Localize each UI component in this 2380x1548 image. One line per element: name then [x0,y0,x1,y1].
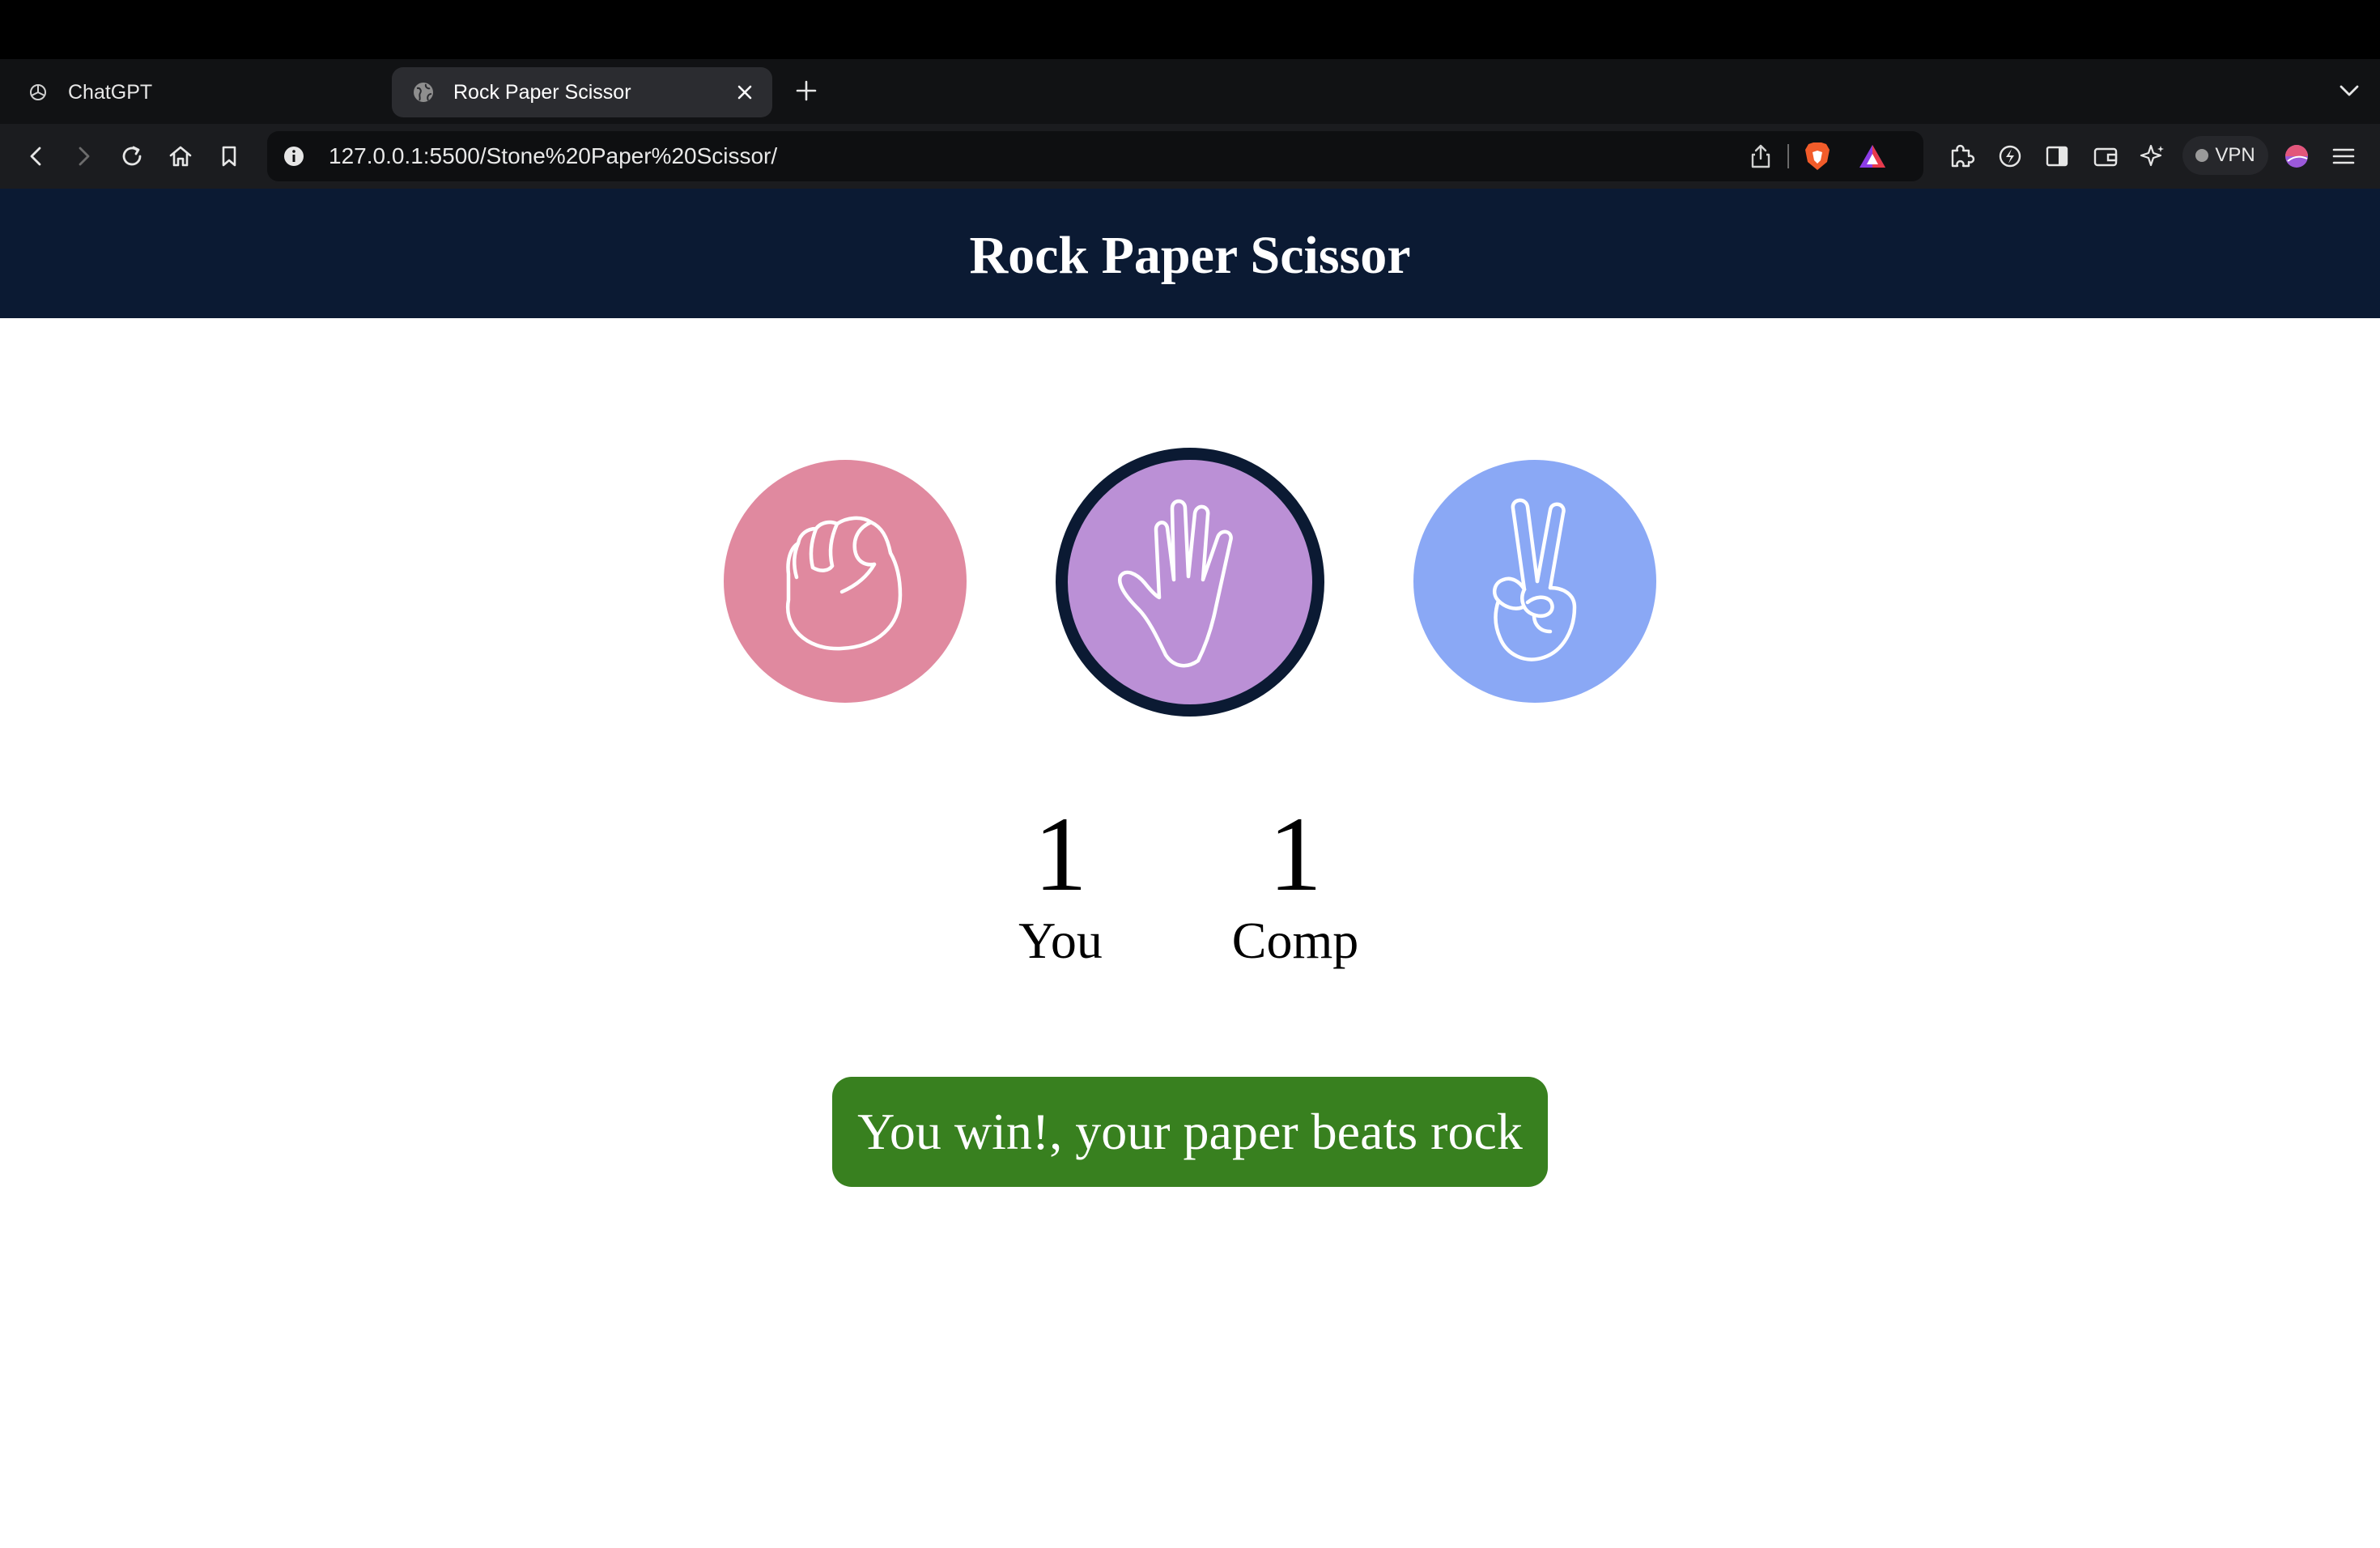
back-button[interactable] [18,138,55,175]
close-tab-icon[interactable] [730,78,759,107]
arrow-left-icon [30,147,41,166]
wallet-icon [2093,147,2118,167]
share-icon[interactable] [1745,141,1776,172]
vpn-status-icon [2195,149,2209,162]
avatar [2285,145,2308,168]
tab-rock-paper-scissor[interactable]: Rock Paper Scissor [392,67,772,117]
home-button[interactable] [162,138,199,175]
sparkle-icon [2140,144,2164,167]
new-tab-button[interactable] [790,74,822,107]
comp-score: 1 Comp [1198,789,1392,969]
address-bar[interactable]: 127.0.0.1:5500/Stone%20Paper%20Scissor/ [267,131,1923,181]
puzzle-icon [1951,144,1975,168]
bookmark-button[interactable] [210,138,248,175]
result-message: You win!, your paper beats rock [832,1077,1548,1187]
reload-button[interactable] [113,138,151,175]
leo-button[interactable] [2134,138,2171,175]
wallet-button[interactable] [2087,138,2124,175]
tab-strip: ChatGPT Rock Paper Scissor [0,59,2380,124]
fist-icon [785,516,903,651]
brave-rewards-icon[interactable] [1855,139,1889,173]
hamburger-menu-icon [2332,148,2355,164]
profile-button[interactable] [2278,138,2315,175]
vpn-button[interactable]: VPN [2182,136,2268,175]
comp-score-label: Comp [1231,912,1359,969]
bookmark-icon [222,146,236,167]
chevron-down-icon [2340,85,2359,96]
plus-icon [796,80,817,101]
openai-icon [26,80,50,104]
forward-button[interactable] [65,138,102,175]
divider [1787,144,1789,168]
user-score: 1 You [963,789,1158,969]
globe-icon [411,80,436,104]
window-top-bar [0,0,2380,59]
user-score-value: 1 [1034,794,1087,913]
arrow-right-icon [79,147,90,166]
speedreader-button[interactable] [1991,138,2029,175]
info-icon[interactable] [280,142,308,170]
result-message-text: You win!, your paper beats rock [857,1103,1523,1160]
sidebar-icon [2046,146,2068,167]
menu-button[interactable] [2325,138,2362,175]
reload-icon [122,146,142,166]
user-score-label: You [1018,912,1103,969]
leo-ai-icon [1999,145,2021,168]
extensions-button[interactable] [1943,138,1980,175]
sidebar-button[interactable] [2038,138,2076,175]
page-title: Rock Paper Scissor [969,226,1411,285]
tab-list-button[interactable] [2333,74,2365,107]
tab-chatgpt[interactable]: ChatGPT [10,67,390,117]
comp-score-value: 1 [1269,794,1322,913]
brave-shields-icon[interactable] [1800,139,1834,173]
rock-choice[interactable] [724,460,967,703]
tab-title: Rock Paper Scissor [453,80,631,104]
tab-title: ChatGPT [68,80,153,104]
home-icon [169,146,192,167]
vpn-label: VPN [2215,144,2255,166]
paper-choice[interactable] [1056,448,1324,717]
url-text[interactable]: 127.0.0.1:5500/Stone%20Paper%20Scissor/ [329,131,777,181]
scissors-choice[interactable] [1413,460,1656,703]
page-header: Rock Paper Scissor [0,189,2380,318]
open-hand-icon [1117,499,1233,668]
peace-hand-icon [1492,498,1577,661]
